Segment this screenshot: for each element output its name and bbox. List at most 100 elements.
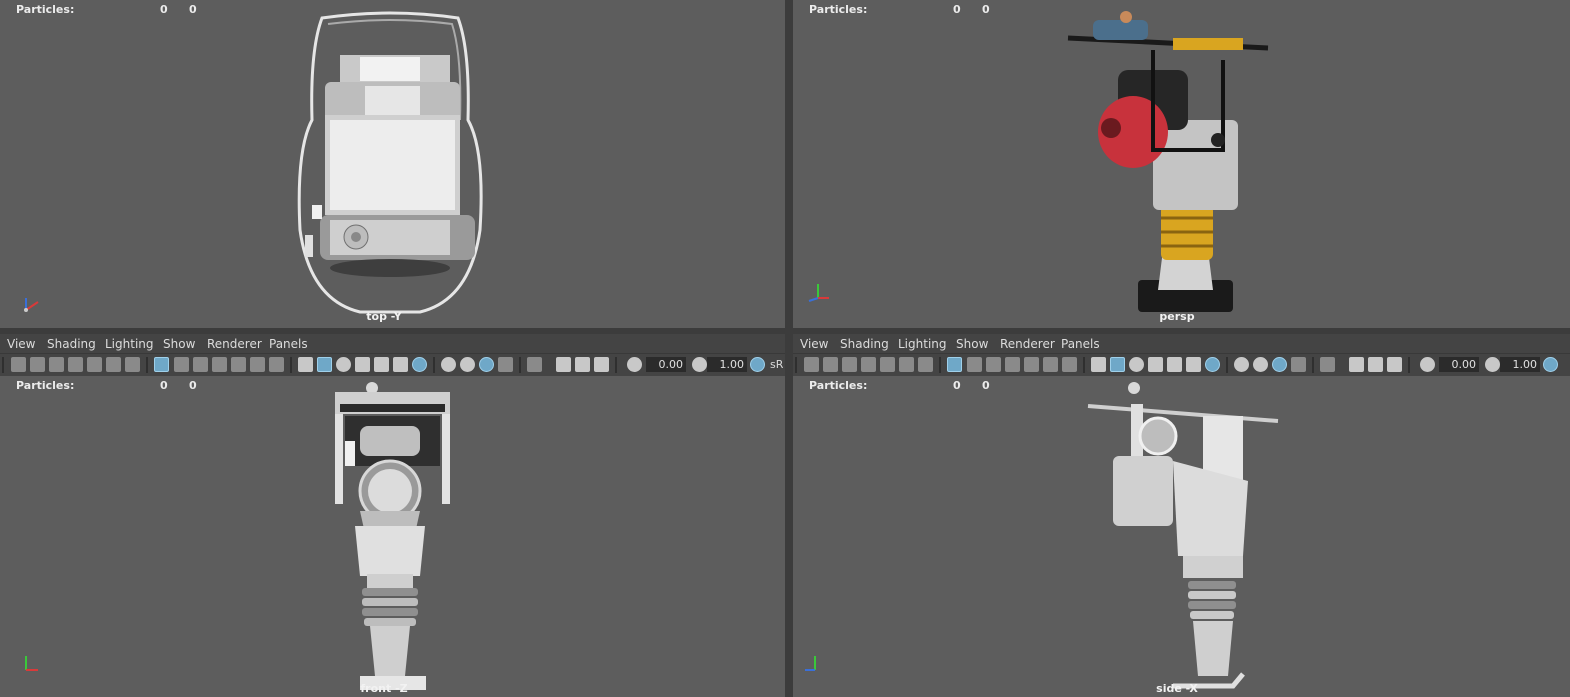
gamma-field[interactable]: 1.00 xyxy=(1500,357,1540,372)
safe-action-icon[interactable] xyxy=(250,357,265,372)
menu-view[interactable]: View xyxy=(800,337,828,351)
gamma-icon[interactable] xyxy=(1485,357,1500,372)
gate-mask-icon[interactable] xyxy=(212,357,227,372)
menu-shading[interactable]: Shading xyxy=(840,337,889,351)
exposure-icon[interactable] xyxy=(1420,357,1435,372)
wireframe-icon[interactable] xyxy=(298,357,313,372)
particles-value: 0 xyxy=(953,3,961,16)
gamma-field[interactable]: 1.00 xyxy=(707,357,747,372)
default-material-icon[interactable] xyxy=(1129,357,1144,372)
colorspace-label[interactable]: sR xyxy=(770,358,783,371)
toolbar-separator xyxy=(2,357,4,373)
xray-icon[interactable] xyxy=(556,357,571,372)
camera-attributes-icon[interactable] xyxy=(823,357,838,372)
film-gate-icon[interactable] xyxy=(967,357,982,372)
viewport-side[interactable]: Particles: 0 0 side -X xyxy=(793,376,1570,697)
screen-space-ao-icon[interactable] xyxy=(1234,357,1249,372)
isolate-select-icon[interactable] xyxy=(527,357,542,372)
menu-panels[interactable]: Panels xyxy=(269,337,308,351)
safe-action-icon[interactable] xyxy=(1043,357,1058,372)
viewport-top[interactable]: Particles: 0 0 top -Y xyxy=(0,0,785,328)
screen-space-ao-icon[interactable] xyxy=(441,357,456,372)
menu-lighting[interactable]: Lighting xyxy=(898,337,947,351)
bookmarks-icon[interactable] xyxy=(842,357,857,372)
use-all-lights-icon[interactable] xyxy=(393,357,408,372)
field-chart-icon[interactable] xyxy=(231,357,246,372)
xray-joints-icon[interactable] xyxy=(594,357,609,372)
default-material-icon[interactable] xyxy=(336,357,351,372)
exposure-icon[interactable] xyxy=(627,357,642,372)
panel-splitter-vertical[interactable] xyxy=(785,0,793,697)
film-gate-icon[interactable] xyxy=(174,357,189,372)
safe-title-icon[interactable] xyxy=(1062,357,1077,372)
camera-move-icon[interactable] xyxy=(918,357,933,372)
xray-icon[interactable] xyxy=(1349,357,1364,372)
xray-active-icon[interactable] xyxy=(1368,357,1383,372)
toolbar-separator xyxy=(939,357,941,373)
field-chart-icon[interactable] xyxy=(1024,357,1039,372)
select-camera-icon[interactable] xyxy=(804,357,819,372)
image-plane-icon[interactable] xyxy=(861,357,876,372)
gate-mask-icon[interactable] xyxy=(1005,357,1020,372)
camera-attributes-icon[interactable] xyxy=(30,357,45,372)
motion-blur-icon[interactable] xyxy=(1253,357,1268,372)
toolbar-separator xyxy=(615,357,617,373)
color-management-icon[interactable] xyxy=(750,357,765,372)
image-plane-icon[interactable] xyxy=(68,357,83,372)
grid-icon[interactable] xyxy=(154,357,169,372)
wireframe-on-shaded-icon[interactable] xyxy=(1148,357,1163,372)
camera-label: front -Z xyxy=(360,682,408,695)
menu-panels[interactable]: Panels xyxy=(1061,337,1100,351)
twod-pan-zoom-icon[interactable] xyxy=(880,357,895,372)
xray-joints-icon[interactable] xyxy=(1387,357,1402,372)
menu-show[interactable]: Show xyxy=(163,337,195,351)
use-all-lights-icon[interactable] xyxy=(1186,357,1201,372)
textured-icon[interactable] xyxy=(374,357,389,372)
depth-of-field-icon[interactable] xyxy=(498,357,513,372)
toolbar-separator xyxy=(795,357,797,373)
safe-title-icon[interactable] xyxy=(269,357,284,372)
grid-icon[interactable] xyxy=(947,357,962,372)
panel-splitter-horizontal[interactable] xyxy=(0,328,1570,334)
motion-blur-icon[interactable] xyxy=(460,357,475,372)
shadows-icon[interactable] xyxy=(1205,357,1220,372)
gamma-icon[interactable] xyxy=(692,357,707,372)
camera-move-icon[interactable] xyxy=(125,357,140,372)
particles-label: Particles: xyxy=(809,3,868,16)
grease-pencil-icon[interactable] xyxy=(899,357,914,372)
grease-pencil-icon[interactable] xyxy=(106,357,121,372)
hud-top: Particles: 0 0 xyxy=(0,0,785,16)
panel-toolbar-left: 0.00 1.00 sR xyxy=(0,353,785,377)
resolution-gate-icon[interactable] xyxy=(193,357,208,372)
depth-of-field-icon[interactable] xyxy=(1291,357,1306,372)
multisample-aa-icon[interactable] xyxy=(1272,357,1287,372)
menu-renderer[interactable]: Renderer xyxy=(1000,337,1055,351)
shadows-icon[interactable] xyxy=(412,357,427,372)
panel-menubar-right: View Shading Lighting Show Renderer Pane… xyxy=(793,334,1570,354)
smooth-shade-icon[interactable] xyxy=(317,357,332,372)
twod-pan-zoom-icon[interactable] xyxy=(87,357,102,372)
smooth-shade-icon[interactable] xyxy=(1110,357,1125,372)
resolution-gate-icon[interactable] xyxy=(986,357,1001,372)
menu-view[interactable]: View xyxy=(7,337,35,351)
exposure-field[interactable]: 0.00 xyxy=(1439,357,1479,372)
toolbar-separator xyxy=(1312,357,1314,373)
viewport-front[interactable]: Particles: 0 0 front -Z xyxy=(0,376,785,697)
select-camera-icon[interactable] xyxy=(11,357,26,372)
isolate-select-icon[interactable] xyxy=(1320,357,1335,372)
hud-side: Particles: 0 0 xyxy=(793,376,1570,392)
menu-renderer[interactable]: Renderer xyxy=(207,337,262,351)
viewport-persp[interactable]: Particles: 0 0 persp xyxy=(793,0,1570,328)
xray-active-icon[interactable] xyxy=(575,357,590,372)
menu-show[interactable]: Show xyxy=(956,337,988,351)
wireframe-icon[interactable] xyxy=(1091,357,1106,372)
multisample-aa-icon[interactable] xyxy=(479,357,494,372)
menu-lighting[interactable]: Lighting xyxy=(105,337,154,351)
bookmarks-icon[interactable] xyxy=(49,357,64,372)
color-management-icon[interactable] xyxy=(1543,357,1558,372)
wireframe-on-shaded-icon[interactable] xyxy=(355,357,370,372)
camera-label: top -Y xyxy=(366,310,402,323)
menu-shading[interactable]: Shading xyxy=(47,337,96,351)
exposure-field[interactable]: 0.00 xyxy=(646,357,686,372)
textured-icon[interactable] xyxy=(1167,357,1182,372)
